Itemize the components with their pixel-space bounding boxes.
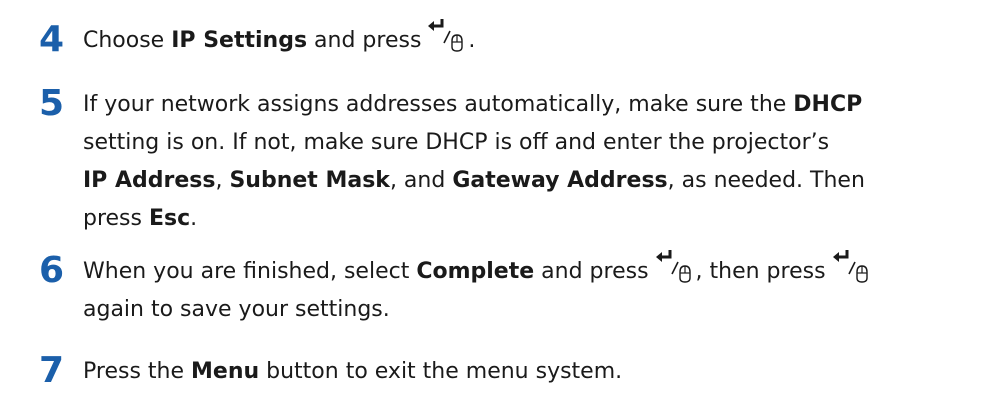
text-segment: setting is on. If not, make sure DHCP is…: [83, 130, 830, 155]
bold-term: Menu: [191, 359, 260, 384]
text-segment: press: [83, 206, 149, 231]
step-number: 6: [39, 250, 65, 291]
bold-term: IP Settings: [171, 28, 308, 53]
text-line: Press the Menu button to exit the menu s…: [83, 353, 973, 391]
enter-mouse-icon: [832, 250, 873, 283]
step-text: If your network assigns addresses automa…: [83, 86, 973, 238]
instruction-steps: 4 Choose IP Settings and press . 5 If yo…: [0, 0, 983, 405]
text-segment: , then press: [695, 259, 833, 284]
text-segment: , and: [389, 168, 453, 193]
text-segment: button to exit the menu system.: [259, 359, 623, 384]
text-line: If your network assigns addresses automa…: [83, 86, 973, 124]
text-segment: and press: [307, 28, 429, 53]
text-segment: .: [468, 28, 476, 53]
step-text: When you are finished, select Complete a…: [83, 250, 973, 329]
text-line: again to save your settings.: [83, 291, 973, 329]
text-segment: ,: [215, 168, 230, 193]
text-segment: and press: [534, 259, 656, 284]
bold-term: IP Address: [83, 168, 216, 193]
step-number: 5: [39, 83, 65, 124]
text-line: setting is on. If not, make sure DHCP is…: [83, 124, 973, 162]
text-segment: If your network assigns addresses automa…: [83, 92, 794, 117]
enter-mouse-icon: [428, 19, 468, 52]
text-line: press Esc.: [83, 200, 973, 238]
text-line: Choose IP Settings and press .: [83, 19, 973, 60]
bold-term: DHCP: [793, 92, 863, 117]
text-line: IP Address, Subnet Mask, and Gateway Add…: [83, 162, 973, 200]
step-number: 4: [39, 19, 65, 60]
bold-term: Gateway Address: [452, 168, 668, 193]
text-segment: .: [190, 206, 198, 231]
text-segment: Choose: [83, 28, 172, 53]
enter-mouse-icon: [655, 250, 696, 283]
text-segment: again to save your settings.: [83, 297, 390, 322]
text-segment: Press the: [83, 359, 191, 384]
bold-term: Subnet Mask: [229, 168, 390, 193]
step-text: Press the Menu button to exit the menu s…: [83, 353, 973, 391]
text-line: When you are finished, select Complete a…: [83, 250, 973, 291]
step-number: 7: [39, 350, 65, 391]
text-segment: When you are finished, select: [83, 259, 417, 284]
bold-term: Complete: [416, 259, 535, 284]
text-segment: , as needed. Then: [667, 168, 865, 193]
step-text: Choose IP Settings and press .: [83, 19, 973, 60]
bold-term: Esc: [148, 206, 191, 231]
